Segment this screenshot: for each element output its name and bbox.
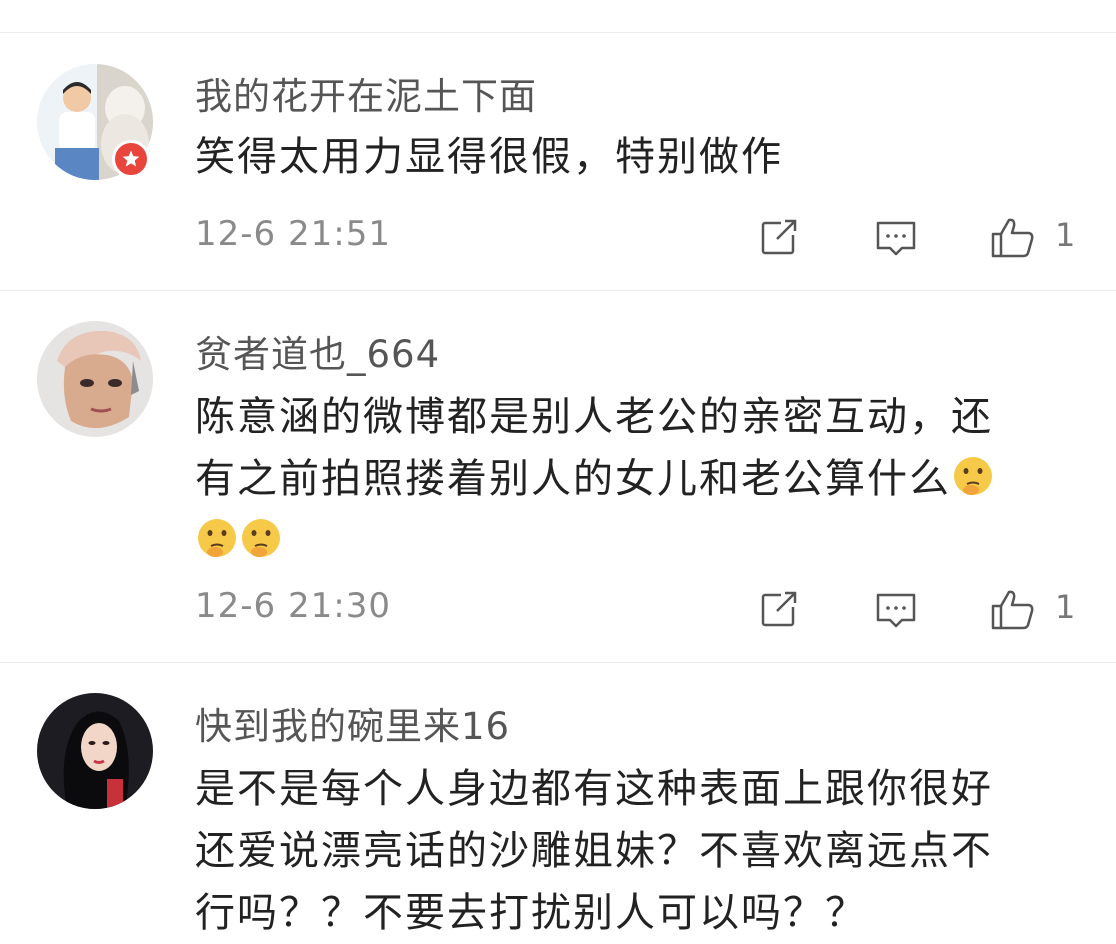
divider	[0, 662, 1116, 663]
share-icon	[761, 219, 799, 255]
comment-username[interactable]: 我的花开在泥土下面	[195, 66, 537, 120]
thinking-face-emoji	[198, 519, 236, 557]
comment-text-line: 是不是每个人身边都有这种表面上跟你很好	[195, 766, 993, 812]
share-icon	[761, 591, 799, 627]
top-divider	[0, 0, 1116, 33]
comment-meta: 12-6 21:30 1	[195, 586, 1085, 634]
like-button[interactable]	[989, 214, 1037, 262]
comment-text-line	[195, 510, 1085, 572]
comment-username[interactable]: 贫者道也_664	[195, 324, 440, 378]
comment-text-line: 有之前拍照搂着别人的女儿和老公算什么	[195, 448, 1085, 510]
comment-text-line: 还爱说漂亮话的沙雕姐妹？不喜欢离远点不	[195, 828, 993, 874]
share-button[interactable]	[755, 586, 803, 634]
reply-button[interactable]	[872, 214, 920, 262]
comment-meta: 12-6 21:51 1	[195, 214, 1085, 262]
thinking-face-emoji	[954, 457, 992, 495]
comment-text: 笑得太用力显得很假，特别做作	[195, 126, 1085, 188]
badge	[112, 140, 150, 178]
comment-text-line: 笑得太用力显得很假，特别做作	[195, 134, 783, 180]
thumbs-up-icon	[991, 590, 1034, 630]
avatar[interactable]	[37, 321, 153, 437]
comment-time: 12-6 21:51	[195, 214, 391, 254]
like-count: 1	[1055, 216, 1076, 254]
comment-icon	[876, 593, 916, 628]
like-count: 1	[1055, 588, 1076, 626]
comment-username[interactable]: 快到我的碗里来16	[195, 696, 510, 750]
reply-button[interactable]	[872, 586, 920, 634]
comment-text: 是不是每个人身边都有这种表面上跟你很好 还爱说漂亮话的沙雕姐妹？不喜欢离远点不 …	[195, 758, 1085, 944]
star-badge-icon	[122, 150, 140, 167]
comment-icon	[876, 221, 916, 256]
avatar[interactable]	[37, 693, 153, 809]
divider	[0, 290, 1116, 291]
comment-text-line: 陈意涵的微博都是别人老公的亲密互动，还	[195, 394, 993, 440]
comment-time: 12-6 21:30	[195, 586, 391, 626]
share-button[interactable]	[755, 214, 803, 262]
like-button[interactable]	[989, 586, 1037, 634]
thinking-face-emoji	[242, 519, 280, 557]
comment-text-fragment: 有之前拍照搂着别人的女儿和老公算什么	[195, 456, 951, 502]
comment-text: 陈意涵的微博都是别人老公的亲密互动，还 有之前拍照搂着别人的女儿和老公算什么	[195, 386, 1085, 572]
comment-text-line: 行吗？？不要去打扰别人可以吗？？	[195, 890, 867, 936]
thumbs-up-icon	[991, 218, 1034, 258]
